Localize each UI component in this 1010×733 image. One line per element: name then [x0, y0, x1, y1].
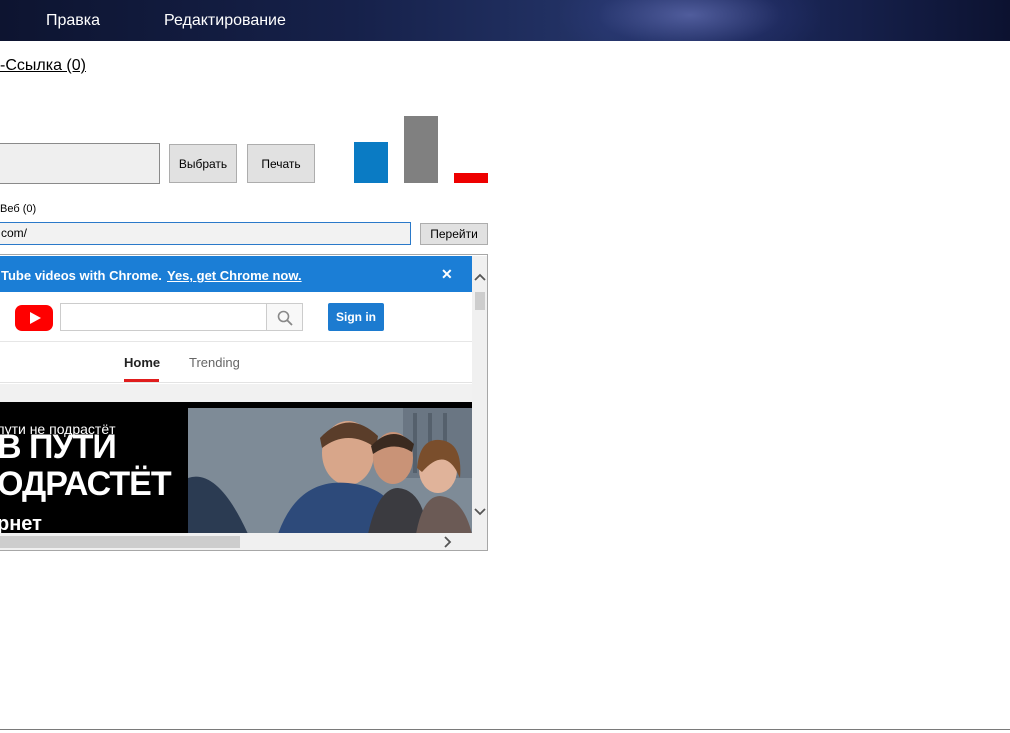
link-count[interactable]: -Ссылка (0)	[0, 57, 86, 75]
youtube-logo-icon[interactable]	[15, 305, 53, 331]
content-gap	[0, 384, 472, 402]
print-button[interactable]: Печать	[247, 144, 315, 183]
go-button[interactable]: Перейти	[420, 223, 488, 245]
youtube-search-input[interactable]	[60, 303, 267, 331]
chrome-banner: Tube videos with Chrome. Yes, get Chrome…	[0, 256, 472, 292]
vertical-scrollbar-thumb[interactable]	[475, 292, 485, 310]
chevron-down-icon[interactable]	[474, 507, 486, 517]
menu-item-editing[interactable]: Редактирование	[164, 12, 286, 30]
tab-trending[interactable]: Trending	[189, 355, 240, 370]
chevron-up-icon[interactable]	[474, 272, 486, 282]
bottom-divider	[0, 729, 1010, 730]
indicator-blue	[354, 142, 388, 183]
horizontal-scrollbar[interactable]	[0, 533, 472, 550]
promo-headline-1: В ПУТИ	[0, 428, 117, 466]
promo-headline-2: ОДРАСТЁТ	[0, 465, 172, 503]
web-label: Веб (0)	[0, 203, 37, 215]
banner-text: Tube videos with Chrome.	[1, 268, 162, 283]
web-browser-panel[interactable]: Tube videos with Chrome. Yes, get Chrome…	[0, 254, 488, 551]
promo-banner[interactable]: пути не подрастёт В ПУТИ ОДРАСТЁТ рнет	[0, 402, 472, 533]
menu-bar: Правка Редактирование	[0, 0, 1010, 41]
horizontal-scrollbar-thumb[interactable]	[0, 536, 240, 548]
indicator-red	[454, 173, 488, 183]
tab-home-indicator	[124, 379, 159, 382]
sign-in-button[interactable]: Sign in	[328, 303, 384, 331]
promo-brand: рнет	[0, 513, 42, 533]
indicator-gray	[404, 116, 438, 183]
promo-photo	[188, 408, 472, 533]
search-icon	[277, 310, 293, 326]
vertical-scrollbar[interactable]	[472, 256, 487, 533]
chevron-right-icon[interactable]	[443, 536, 453, 548]
url-input[interactable]: com/	[0, 222, 411, 245]
text-field[interactable]	[0, 143, 160, 184]
close-icon[interactable]: ✕	[441, 266, 453, 283]
tab-home[interactable]: Home	[124, 355, 160, 370]
people-photo-icon	[188, 408, 472, 533]
select-button[interactable]: Выбрать	[169, 144, 237, 183]
scrollbar-corner	[472, 533, 487, 550]
menu-item-edit[interactable]: Правка	[46, 12, 100, 30]
youtube-header: Sign in	[0, 292, 472, 342]
get-chrome-link[interactable]: Yes, get Chrome now.	[167, 268, 302, 283]
youtube-tabs: Home Trending	[0, 343, 472, 383]
youtube-search-button[interactable]	[266, 303, 303, 331]
